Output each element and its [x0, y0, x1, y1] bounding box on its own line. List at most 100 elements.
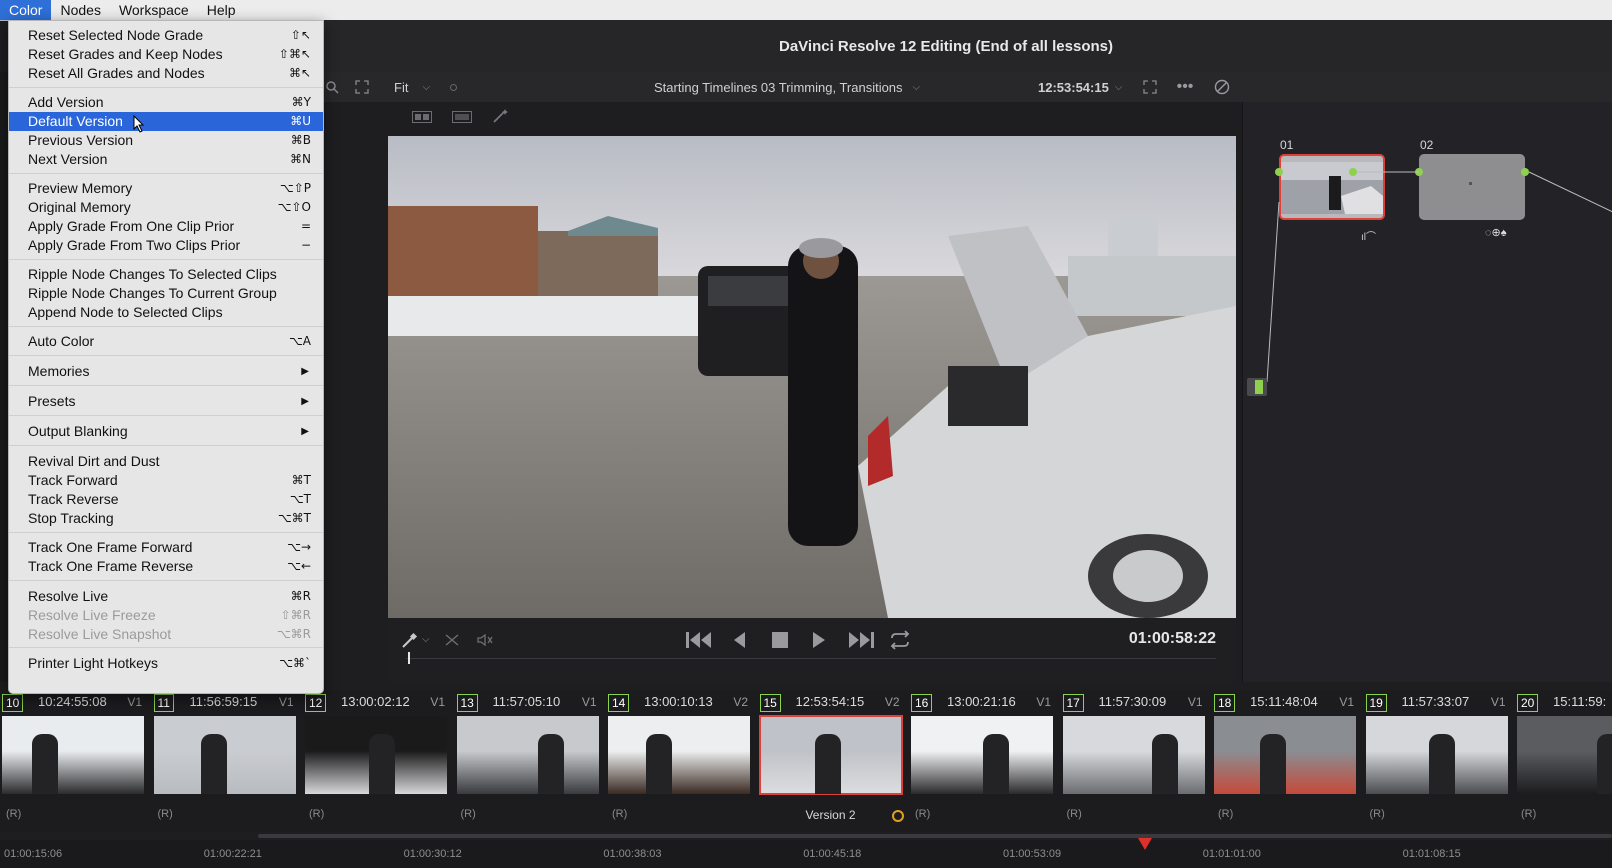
clip-subject	[1260, 734, 1286, 794]
clip-tag: (R)	[1369, 808, 1385, 820]
menu-separator	[9, 580, 323, 581]
clip-track: V2	[884, 695, 900, 709]
menu-item-label: Track One Frame Reverse	[28, 558, 194, 574]
menu-workspace[interactable]: Workspace	[110, 0, 198, 20]
node-01[interactable]: ıl⌒	[1279, 154, 1385, 243]
menu-item-original-memory[interactable]: Original Memory ⌥⇧O	[9, 198, 323, 217]
clip-track: V1	[278, 695, 294, 709]
more-options-icon[interactable]: •••	[1172, 72, 1198, 102]
bypass-icon[interactable]	[1210, 72, 1234, 102]
go-to-end-icon[interactable]	[846, 630, 876, 655]
menu-color[interactable]: Color	[0, 0, 52, 20]
timecode-dropdown[interactable]: 12:53:54:15 ⌵	[1038, 72, 1122, 102]
clip-thumbnail[interactable]: 15 12:53:54:15 V2 Version 2	[758, 690, 906, 832]
wipe-icon[interactable]	[452, 110, 472, 128]
menu-item-auto-color[interactable]: Auto Color ⌥A	[9, 332, 323, 351]
clip-thumbnail[interactable]: 14 13:00:10:13 V2 (R)	[606, 690, 754, 832]
node-02[interactable]: ◌⊕♠	[1419, 154, 1525, 239]
menu-item-memories[interactable]: Memories ▶	[9, 362, 323, 381]
viewer-image[interactable]	[388, 136, 1236, 618]
chevron-down-icon[interactable]: ⌵	[422, 634, 430, 645]
clip-number: 11	[153, 694, 174, 712]
node-input-pin[interactable]	[1275, 168, 1283, 176]
menu-item-label: Track One Frame Forward	[28, 539, 193, 555]
clip-thumbnail[interactable]: 10 10:24:55:08 V1 (R)	[0, 690, 148, 832]
ruler-playhead[interactable]	[1138, 838, 1152, 850]
clip-thumbnail-image	[153, 716, 296, 794]
crossfade-icon[interactable]	[444, 632, 460, 653]
menu-item-shortcut: ⌘T	[291, 473, 311, 487]
scrubber-track[interactable]	[406, 658, 1216, 659]
mute-icon[interactable]	[476, 632, 494, 653]
menu-item-append-node-to-selected-clips[interactable]: Append Node to Selected Clips	[9, 303, 323, 322]
menu-item-next-version[interactable]: Next Version ⌘N	[9, 150, 323, 169]
fit-label: Fit	[394, 79, 409, 95]
go-to-start-icon[interactable]	[684, 630, 714, 655]
magic-wand-icon[interactable]	[492, 108, 510, 129]
menu-item-apply-grade-from-two-clips-prior[interactable]: Apply Grade From Two Clips Prior −	[9, 236, 323, 255]
chevron-down-icon: ⌵	[1114, 81, 1123, 93]
menu-item-presets[interactable]: Presets ▶	[9, 392, 323, 411]
loop-icon[interactable]	[888, 630, 912, 655]
menu-item-resolve-live[interactable]: Resolve Live ⌘R	[9, 587, 323, 606]
node-input-pin[interactable]	[1415, 168, 1423, 176]
menu-item-label: Reset All Grades and Nodes	[28, 65, 205, 81]
menu-item-preview-memory[interactable]: Preview Memory ⌥⇧P	[9, 179, 323, 198]
timeline-dropdown[interactable]: Starting Timelines 03 Trimming, Transiti…	[654, 72, 920, 102]
clip-thumbnail[interactable]: 12 13:00:02:12 V1 (R)	[303, 690, 451, 832]
menu-item-label: Next Version	[28, 151, 108, 167]
fullscreen-icon[interactable]	[1138, 72, 1162, 102]
menu-item-track-one-frame-forward[interactable]: Track One Frame Forward ⌥→	[9, 538, 323, 557]
node-output-pin[interactable]	[1521, 168, 1529, 176]
menu-item-previous-version[interactable]: Previous Version ⌘B	[9, 131, 323, 150]
clip-thumbnail[interactable]: 13 11:57:05:10 V1 (R)	[455, 690, 603, 832]
expand-icon[interactable]	[350, 72, 374, 102]
menu-item-printer-light-hotkeys[interactable]: Printer Light Hotkeys ⌥⌘`	[9, 654, 323, 673]
menu-item-add-version[interactable]: Add Version ⌘Y	[9, 93, 323, 112]
clip-thumbnail[interactable]: 11 11:56:59:15 V1 (R)	[152, 690, 300, 832]
menu-item-default-version[interactable]: Default Version ⌘U	[9, 112, 323, 131]
clip-timecode: 13:00:02:12	[341, 694, 410, 709]
menu-item-track-one-frame-reverse[interactable]: Track One Frame Reverse ⌥←	[9, 557, 323, 576]
menu-item-ripple-node-changes-to-selected-clips[interactable]: Ripple Node Changes To Selected Clips	[9, 265, 323, 284]
fit-dropdown[interactable]: Fit ⌵	[394, 72, 430, 102]
clips-scrollbar[interactable]	[258, 834, 1612, 838]
menu-item-shortcut: ⌘Y	[291, 95, 311, 109]
clip-thumbnail[interactable]: 16 13:00:21:16 V1 (R)	[909, 690, 1057, 832]
menu-item-stop-tracking[interactable]: Stop Tracking ⌥⌘T	[9, 509, 323, 528]
menu-item-reset-all-grades-and-nodes[interactable]: Reset All Grades and Nodes ⌘↖	[9, 64, 323, 83]
stop-icon[interactable]	[770, 630, 790, 655]
menu-item-reset-grades-and-keep-nodes[interactable]: Reset Grades and Keep Nodes ⇧⌘↖	[9, 45, 323, 64]
clip-header: 14 13:00:10:13 V2	[606, 694, 754, 712]
menu-item-resolve-live-freeze: Resolve Live Freeze ⇧⌘R	[9, 606, 323, 625]
menu-nodes[interactable]: Nodes	[51, 0, 109, 20]
menu-item-ripple-node-changes-to-current-group[interactable]: Ripple Node Changes To Current Group	[9, 284, 323, 303]
menu-item-track-reverse[interactable]: Track Reverse ⌥T	[9, 490, 323, 509]
menu-item-label: Track Forward	[28, 472, 118, 488]
clip-thumbnail[interactable]: 17 11:57:30:09 V1 (R)	[1061, 690, 1209, 832]
menu-separator	[9, 445, 323, 446]
play-icon[interactable]	[810, 630, 828, 655]
source-input-node[interactable]	[1247, 378, 1267, 396]
split-screen-icon[interactable]	[412, 110, 432, 128]
clip-thumbnail[interactable]: 19 11:57:33:07 V1 (R)	[1364, 690, 1512, 832]
viewer-toolbar: Fit ⌵ Starting Timelines 03 Trimming, Tr…	[320, 72, 1612, 103]
clip-number: 10	[2, 694, 24, 712]
node-label: 01	[1280, 138, 1294, 152]
menu-item-track-forward[interactable]: Track Forward ⌘T	[9, 471, 323, 490]
node-output-pin[interactable]	[1349, 168, 1357, 176]
clip-thumbnail[interactable]: 18 15:11:48:04 V1 (R)	[1212, 690, 1360, 832]
playhead[interactable]	[408, 652, 410, 664]
mini-timeline-ruler[interactable]: 01:00:15:06 01:00:22:21 01:00:30:12 01:00:3…	[0, 838, 1612, 868]
menu-item-reset-selected-node-grade[interactable]: Reset Selected Node Grade ⇧↖	[9, 26, 323, 45]
menu-help[interactable]: Help	[198, 0, 245, 20]
clip-thumbnail[interactable]: 20 15:11:59: (R)	[1515, 690, 1612, 832]
menu-item-revival-dirt-and-dust[interactable]: Revival Dirt and Dust	[9, 452, 323, 471]
menu-item-apply-grade-from-one-clip-prior[interactable]: Apply Grade From One Clip Prior =	[9, 217, 323, 236]
menu-separator	[9, 87, 323, 88]
version-indicator-icon	[891, 810, 904, 822]
step-back-icon[interactable]	[730, 630, 748, 655]
clip-number: 18	[1214, 694, 1236, 712]
title-bar: DaVinci Resolve 12 Editing (End of all l…	[320, 20, 1612, 72]
menu-item-output-blanking[interactable]: Output Blanking ▶	[9, 422, 323, 441]
